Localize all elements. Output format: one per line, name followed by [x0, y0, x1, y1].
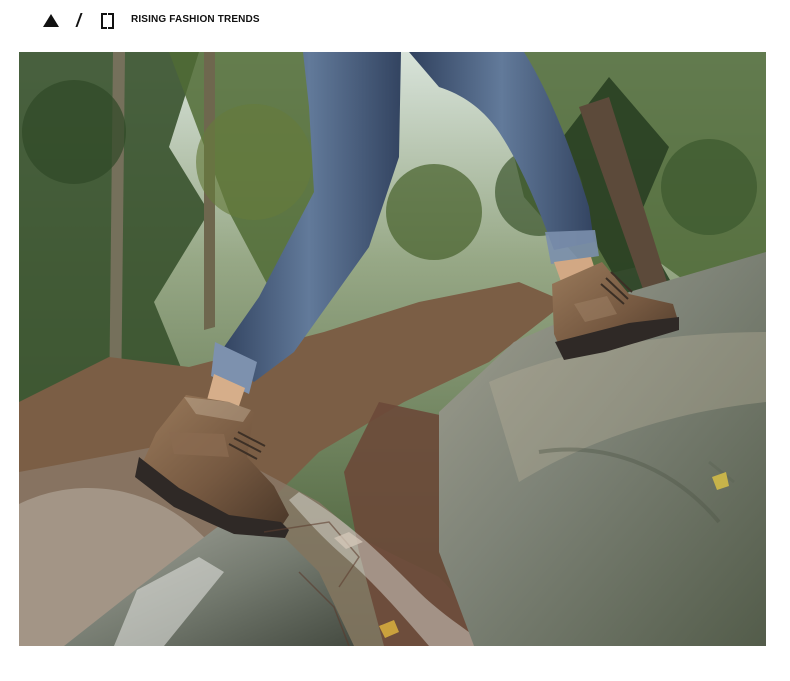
hiking-boots-photo — [19, 52, 766, 646]
section-title: RISING FASHION TRENDS — [131, 14, 260, 25]
photo-illustration — [19, 52, 766, 646]
bracket-icon — [101, 13, 114, 29]
section-header: RISING FASHION TRENDS — [43, 11, 260, 29]
product-detail-page: RISING FASHION TRENDS — [0, 0, 790, 681]
slash-icon — [75, 13, 83, 27]
triangle-icon — [43, 13, 59, 27]
